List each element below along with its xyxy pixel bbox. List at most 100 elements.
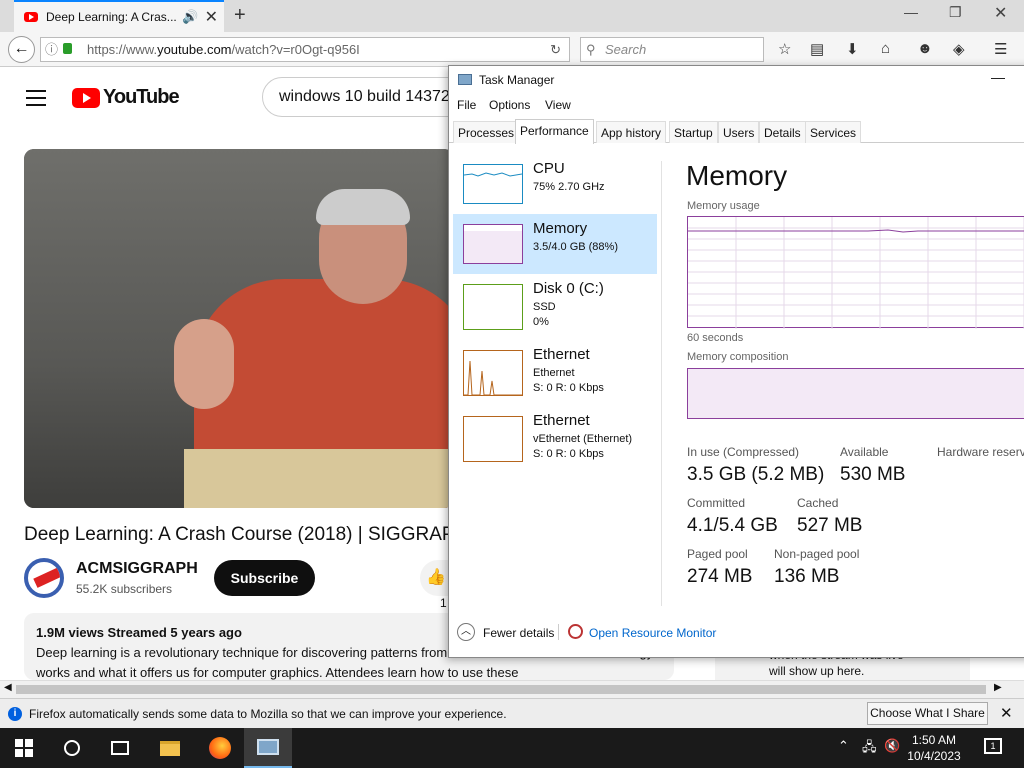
clock[interactable]: 1:50 AM 10/4/2023 — [904, 732, 964, 764]
fewer-details-link[interactable]: Fewer details — [483, 626, 554, 640]
url-prefix: https://www. — [87, 42, 158, 57]
reload-icon[interactable]: ↻ — [550, 38, 561, 61]
scroll-left-icon[interactable]: ◀ — [4, 682, 12, 693]
resource-ethernet[interactable]: Ethernet Ethernet S: 0 R: 0 Kbps — [453, 340, 657, 400]
action-center-icon[interactable]: 1 — [984, 738, 1002, 754]
open-resource-monitor-link[interactable]: Open Resource Monitor — [589, 626, 716, 640]
network-icon[interactable]: 🖧 — [862, 738, 877, 760]
restore-icon[interactable]: ❐ — [949, 4, 962, 21]
close-window-icon[interactable]: ✕ — [994, 3, 1007, 23]
reading-list-icon[interactable]: ▤ — [810, 40, 824, 58]
pocket-icon[interactable]: ◈ — [953, 40, 965, 58]
tab-title: Deep Learning: A Cras... — [46, 10, 177, 24]
minimize-icon[interactable]: — — [991, 69, 1005, 85]
info-icon[interactable]: ⓘ — [45, 38, 58, 61]
search-button[interactable] — [48, 728, 96, 768]
cpu-thumbnail — [463, 164, 523, 204]
search-placeholder: Search — [605, 42, 647, 57]
browser-tabbar: Deep Learning: A Cras... 🔊 ✕ + — ❐ ✕ — [0, 0, 1024, 32]
scroll-thumb[interactable] — [16, 685, 986, 694]
channel-avatar[interactable] — [24, 558, 64, 598]
tab-details[interactable]: Details — [759, 121, 806, 143]
speaker-icon[interactable]: 🔊 — [182, 9, 198, 25]
notification-bar: i Firefox automatically sends some data … — [0, 698, 1024, 728]
info-icon: i — [8, 707, 22, 721]
memory-usage-graph-lines — [688, 217, 1024, 329]
task-manager-button[interactable] — [244, 728, 292, 768]
memory-composition-label: Memory composition — [687, 351, 789, 363]
ethernet-thumbnail — [463, 350, 523, 396]
guide-menu-icon[interactable] — [26, 90, 46, 111]
browser-search-input[interactable]: ⚲ Search — [580, 37, 764, 62]
start-button[interactable] — [0, 728, 48, 768]
task-manager-titlebar[interactable]: Task Manager — — [449, 66, 1024, 94]
minimize-icon[interactable]: — — [904, 4, 918, 20]
resource-name: CPU — [533, 160, 565, 177]
menu-icon[interactable]: ☰ — [994, 40, 1007, 58]
horizontal-scrollbar[interactable]: ◀ ▶ — [0, 680, 1024, 698]
tab-startup[interactable]: Startup — [669, 121, 718, 143]
resource-name: Memory — [533, 220, 588, 237]
resource-monitor-icon — [568, 624, 583, 639]
home-icon[interactable]: ⌂ — [881, 40, 890, 57]
task-view-button[interactable] — [96, 728, 144, 768]
menu-options[interactable]: Options — [489, 98, 530, 112]
new-tab-button[interactable]: + — [234, 4, 246, 27]
desktop: Deep Learning: A Cras... 🔊 ✕ + — ❐ ✕ ← ⓘ… — [0, 0, 1024, 768]
tab-app-history[interactable]: App history — [596, 121, 667, 143]
close-tab-icon[interactable]: ✕ — [205, 7, 218, 27]
chevron-up-icon[interactable]: ︿ — [457, 623, 475, 641]
browser-navbar: ← ⓘ https://www.youtube.com/watch?v=r0Og… — [0, 32, 1024, 67]
subscriber-count: 55.2K subscribers — [76, 582, 173, 596]
tab-performance[interactable]: Performance — [515, 119, 594, 144]
resource-detail: Ethernet — [533, 367, 575, 379]
cpu-thumbnail-graph — [463, 172, 523, 177]
task-manager-window: Task Manager — File Options View Process… — [448, 65, 1024, 658]
scroll-right-icon[interactable]: ▶ — [994, 682, 1002, 693]
url-bar[interactable]: ⓘ https://www.youtube.com/watch?v=r0Ogt-… — [40, 37, 570, 62]
firefox-button[interactable] — [196, 728, 244, 768]
menu-view[interactable]: View — [545, 98, 571, 112]
committed-value: 4.1/5.4 GB — [687, 515, 778, 536]
close-notification-icon[interactable]: ✕ — [1000, 704, 1013, 722]
available-label: Available — [840, 445, 889, 459]
youtube-play-icon — [72, 87, 100, 108]
show-hidden-icons[interactable]: ⌃ — [838, 738, 849, 754]
memory-usage-label: Memory usage — [687, 200, 760, 212]
resource-disk[interactable]: Disk 0 (C:) SSD 0% — [453, 274, 657, 334]
video-player[interactable] — [24, 149, 454, 508]
chat-icon[interactable]: ☻ — [917, 40, 933, 57]
folder-icon — [160, 740, 180, 756]
resource-detail-2: S: 0 R: 0 Kbps — [533, 448, 604, 460]
memory-composition-bar — [687, 368, 1024, 419]
choose-what-i-share-button[interactable]: Choose What I Share — [867, 702, 988, 725]
task-manager-tabs: Processes Performance App history Startu… — [449, 119, 1024, 144]
resource-vethernet[interactable]: Ethernet vEthernet (Ethernet) S: 0 R: 0 … — [453, 406, 657, 466]
subscribe-button[interactable]: Subscribe — [214, 560, 315, 596]
resource-cpu[interactable]: CPU 75% 2.70 GHz — [453, 154, 657, 214]
channel-name[interactable]: ACMSIGGRAPH — [76, 560, 198, 578]
task-view-icon — [111, 741, 129, 755]
ethernet-thumbnail-graph — [464, 360, 522, 396]
file-explorer-button[interactable] — [146, 728, 194, 768]
youtube-logo[interactable]: YouTube — [72, 86, 180, 109]
like-count: 1 — [440, 596, 447, 610]
committed-label: Committed — [687, 496, 746, 510]
tab-processes[interactable]: Processes — [453, 121, 520, 143]
star-icon[interactable]: ☆ — [778, 40, 791, 58]
memory-usage-graph — [687, 216, 1024, 329]
window-title: Task Manager — [479, 73, 555, 87]
tab-services[interactable]: Services — [805, 121, 862, 143]
download-icon[interactable]: ⬇ — [846, 40, 859, 58]
volume-muted-icon[interactable]: 🔇 — [884, 738, 900, 754]
resource-name: Disk 0 (C:) — [533, 280, 604, 297]
search-icon — [64, 740, 80, 756]
menu-file[interactable]: File — [457, 98, 476, 112]
back-icon[interactable]: ← — [8, 36, 35, 63]
url-domain: youtube.com — [157, 42, 232, 57]
tab-users[interactable]: Users — [718, 121, 760, 143]
browser-tab[interactable]: Deep Learning: A Cras... 🔊 ✕ — [14, 0, 224, 32]
notification-text: Firefox automatically sends some data to… — [29, 707, 507, 721]
resource-memory[interactable]: Memory 3.5/4.0 GB (88%) — [453, 214, 657, 274]
youtube-search-input[interactable]: windows 10 build 14372 — [262, 77, 462, 117]
